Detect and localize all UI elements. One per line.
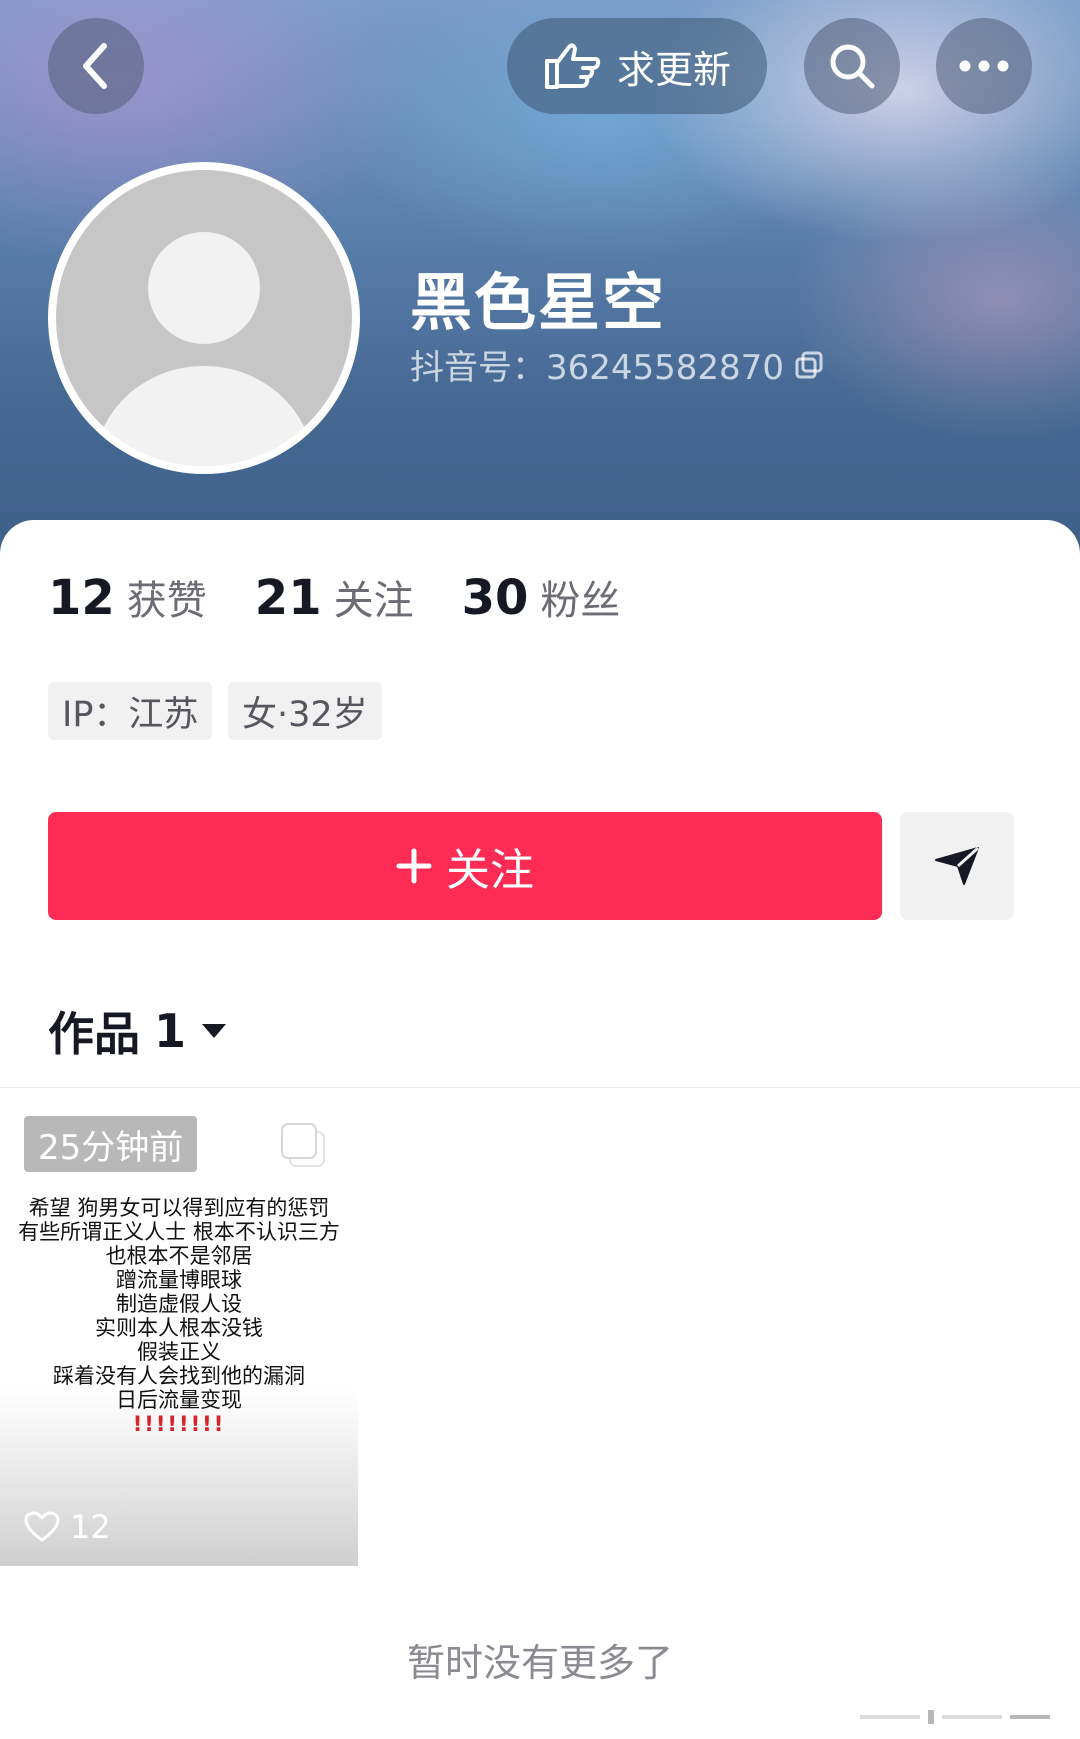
multi-image-icon (281, 1123, 325, 1167)
stat-following-value: 21 (254, 570, 322, 626)
stat-following-label: 关注 (333, 578, 414, 624)
stat-followers-label: 粉丝 (540, 578, 621, 624)
video-caption-text: 希望 狗男女可以得到应有的惩罚 有些所谓正义人士 根本不认识三方 也根本不是邻居… (0, 1196, 358, 1436)
gender-age-tag: 女·32岁 (228, 682, 382, 740)
caption-line: 希望 狗男女可以得到应有的惩罚 (28, 1196, 330, 1220)
douyin-id: 抖音号：36245582870 (410, 348, 784, 388)
divider (0, 1087, 1080, 1088)
caption-line: 蹭流量博眼球 (116, 1268, 242, 1292)
tab-works[interactable]: 作品 1 (48, 998, 228, 1064)
video-likes: 12 (24, 1508, 111, 1546)
more-button[interactable] (936, 18, 1032, 114)
stats-row: 12 获赞 21 关注 30 粉丝 (48, 568, 620, 626)
stat-likes-label: 获赞 (126, 578, 207, 624)
more-dots-icon (959, 60, 1009, 72)
search-button[interactable] (804, 18, 900, 114)
back-chevron-icon (83, 43, 107, 89)
avatar[interactable] (56, 170, 352, 466)
video-thumbnail[interactable]: 25分钟前 希望 狗男女可以得到应有的惩罚 有些所谓正义人士 根本不认识三方 也… (0, 1102, 358, 1566)
caption-line: 日后流量变现 (116, 1388, 242, 1412)
watermark-bars (860, 1710, 1050, 1724)
pointing-hand-icon (544, 43, 601, 89)
stat-likes-value: 12 (48, 570, 115, 626)
douyin-id-row[interactable]: 抖音号：36245582870 (410, 340, 824, 389)
caption-line: 也根本不是邻居 (105, 1244, 253, 1268)
copy-icon[interactable] (794, 350, 824, 380)
request-update-label: 求更新 (616, 47, 731, 92)
caption-exclamation: !!!!!!!! (132, 1412, 226, 1436)
no-more-text: 暂时没有更多了 (406, 1641, 673, 1685)
caret-down-icon (202, 1024, 227, 1038)
stat-followers-value: 30 (461, 570, 529, 626)
works-label: 作品 (48, 1007, 140, 1061)
stat-following[interactable]: 21 关注 (255, 568, 414, 626)
stat-likes[interactable]: 12 获赞 (48, 568, 207, 626)
time-badge: 25分钟前 (24, 1116, 198, 1172)
default-user-icon (94, 232, 314, 466)
caption-line: 有些所谓正义人士 根本不认识三方 (18, 1220, 340, 1244)
video-like-count: 12 (70, 1508, 111, 1546)
search-icon (830, 44, 875, 89)
works-count: 1 (154, 1004, 187, 1058)
ip-location-tag: IP：江苏 (48, 682, 213, 740)
plus-icon (396, 848, 432, 884)
stat-followers[interactable]: 30 粉丝 (462, 568, 621, 626)
caption-line: 假装正义 (137, 1340, 221, 1364)
send-message-icon (935, 846, 980, 885)
heart-icon (24, 1511, 60, 1542)
request-update-button[interactable]: 求更新 (507, 18, 767, 114)
message-button[interactable] (900, 812, 1014, 920)
caption-line: 制造虚假人设 (116, 1292, 242, 1316)
follow-button[interactable]: 关注 (48, 812, 882, 920)
caption-line: 踩着没有人会找到他的漏洞 (53, 1364, 305, 1388)
nickname: 黑色星空 (410, 266, 667, 339)
follow-label: 关注 (446, 845, 534, 896)
caption-line: 实则本人根本没钱 (95, 1316, 263, 1340)
back-button[interactable] (48, 18, 144, 114)
